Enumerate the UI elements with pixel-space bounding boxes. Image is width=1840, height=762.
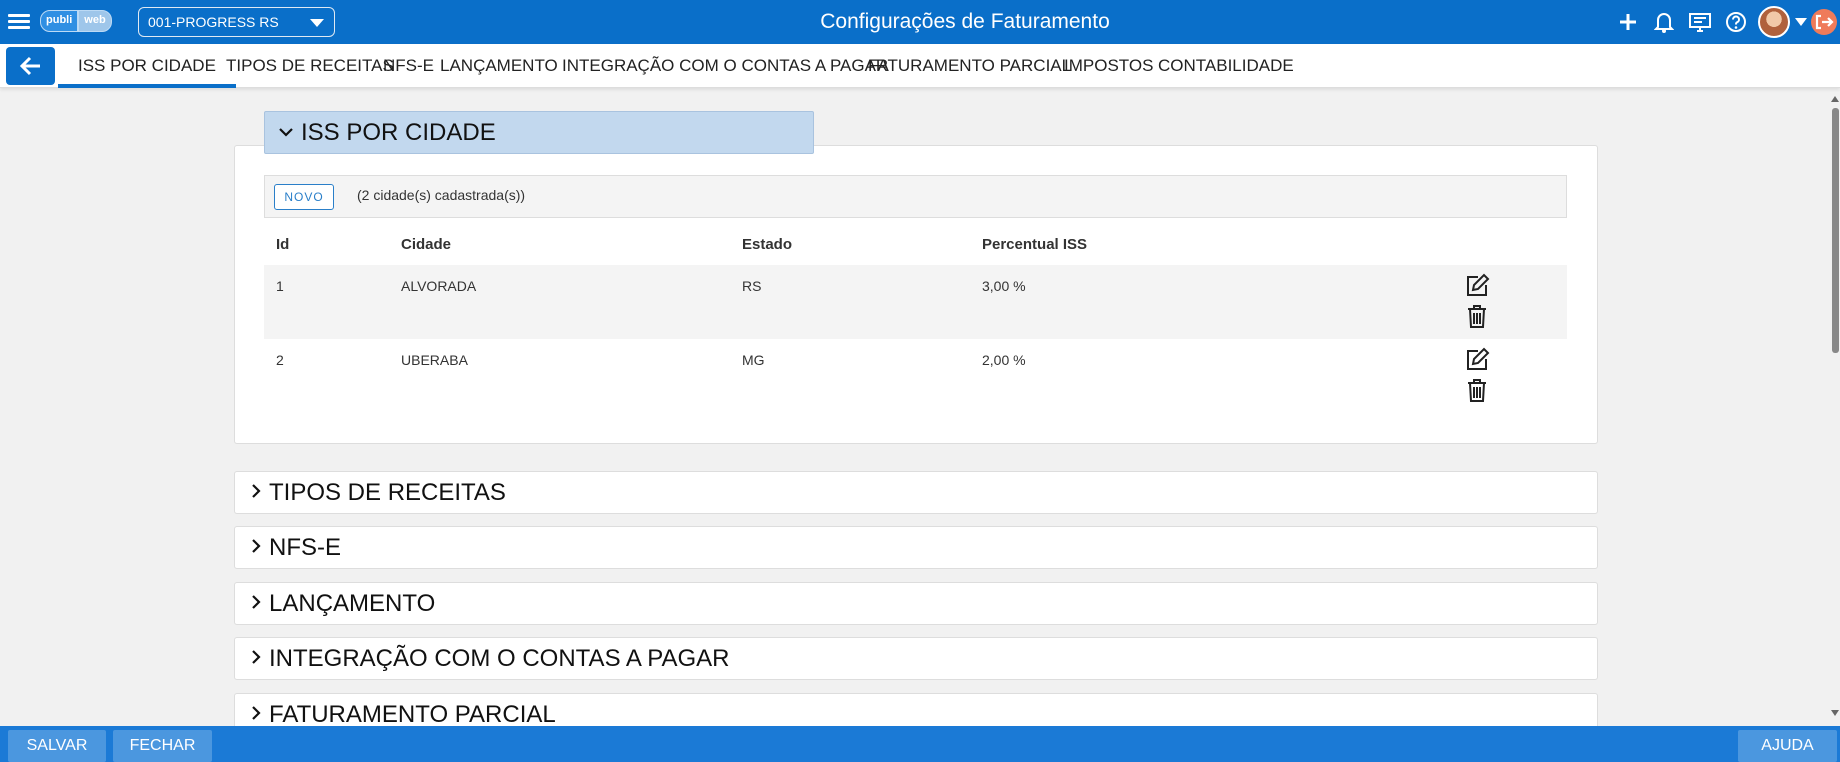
scroll-down-icon[interactable] [1831, 710, 1839, 716]
chevron-right-icon [251, 482, 261, 503]
close-button[interactable]: FECHAR [113, 730, 212, 762]
footer-bar: SALVAR FECHAR AJUDA [0, 726, 1840, 762]
top-bar: publi web 001-PROGRESS RS Configurações d… [0, 0, 1840, 44]
column-header-id[interactable]: Id [276, 236, 289, 253]
section-faturamento-parcial[interactable]: FATURAMENTO PARCIAL [234, 693, 1598, 726]
edit-icon[interactable] [1464, 273, 1490, 299]
main-content: ISS POR CIDADE NOVO (2 cidade(s) cadastr… [0, 88, 1830, 726]
table-row: 2 UBERABA MG 2,00 % [264, 339, 1567, 413]
arrow-left-icon [19, 56, 40, 76]
scrollbar-thumb[interactable] [1832, 108, 1839, 353]
monitor-icon[interactable] [1682, 0, 1718, 44]
column-header-percentual[interactable]: Percentual ISS [982, 236, 1087, 253]
tabs-bar: ISS POR CIDADE TIPOS DE RECEITAS NFS-E L… [0, 44, 1840, 88]
tab-nfs-e[interactable]: NFS-E [383, 44, 434, 88]
section-nfs-e[interactable]: NFS-E [234, 526, 1598, 569]
logout-icon[interactable] [1808, 0, 1840, 44]
chevron-right-icon [251, 648, 261, 669]
section-integracao[interactable]: INTEGRAÇÃO COM O CONTAS A PAGAR [234, 637, 1598, 680]
tab-iss-por-cidade[interactable]: ISS POR CIDADE [58, 44, 236, 88]
iss-toolbar: NOVO (2 cidade(s) cadastrada(s)) [264, 175, 1567, 218]
chevron-right-icon [251, 537, 261, 558]
save-button[interactable]: SALVAR [8, 730, 106, 762]
tab-impostos[interactable]: IMPOSTOS [1064, 44, 1153, 88]
help-icon[interactable] [1718, 0, 1754, 44]
tab-faturamento-parcial[interactable]: FATURAMENTO PARCIAL [868, 44, 1071, 88]
tab-tipos-de-receitas[interactable]: TIPOS DE RECEITAS [226, 44, 394, 88]
tab-integracao[interactable]: INTEGRAÇÃO COM O CONTAS A PAGAR [562, 44, 888, 88]
column-header-estado[interactable]: Estado [742, 236, 792, 253]
column-header-cidade[interactable]: Cidade [401, 236, 451, 253]
page-title: Configurações de Faturamento [820, 10, 1110, 33]
section-tipos-de-receitas[interactable]: TIPOS DE RECEITAS [234, 471, 1598, 514]
chevron-down-icon [279, 122, 293, 143]
tab-lancamento[interactable]: LANÇAMENTO [440, 44, 558, 88]
caret-down-icon[interactable] [1794, 0, 1808, 44]
back-button[interactable] [6, 47, 55, 85]
record-count: (2 cidade(s) cadastrada(s)) [357, 187, 526, 203]
trash-icon[interactable] [1464, 377, 1490, 403]
vertical-scrollbar[interactable] [1830, 92, 1840, 722]
novo-button[interactable]: NOVO [274, 184, 334, 210]
trash-icon[interactable] [1464, 303, 1490, 329]
plus-icon[interactable] [1610, 0, 1646, 44]
tab-contabilidade[interactable]: CONTABILIDADE [1158, 44, 1294, 88]
chevron-right-icon [251, 704, 261, 725]
table-row: 1 ALVORADA RS 3,00 % [264, 265, 1567, 339]
edit-icon[interactable] [1464, 347, 1490, 373]
section-lancamento[interactable]: LANÇAMENTO [234, 582, 1598, 625]
chevron-right-icon [251, 593, 261, 614]
section-header-iss[interactable]: ISS POR CIDADE [264, 111, 814, 154]
avatar[interactable] [1754, 0, 1794, 44]
help-button[interactable]: AJUDA [1738, 730, 1837, 762]
bell-icon[interactable] [1646, 0, 1682, 44]
scroll-up-icon[interactable] [1831, 96, 1839, 102]
